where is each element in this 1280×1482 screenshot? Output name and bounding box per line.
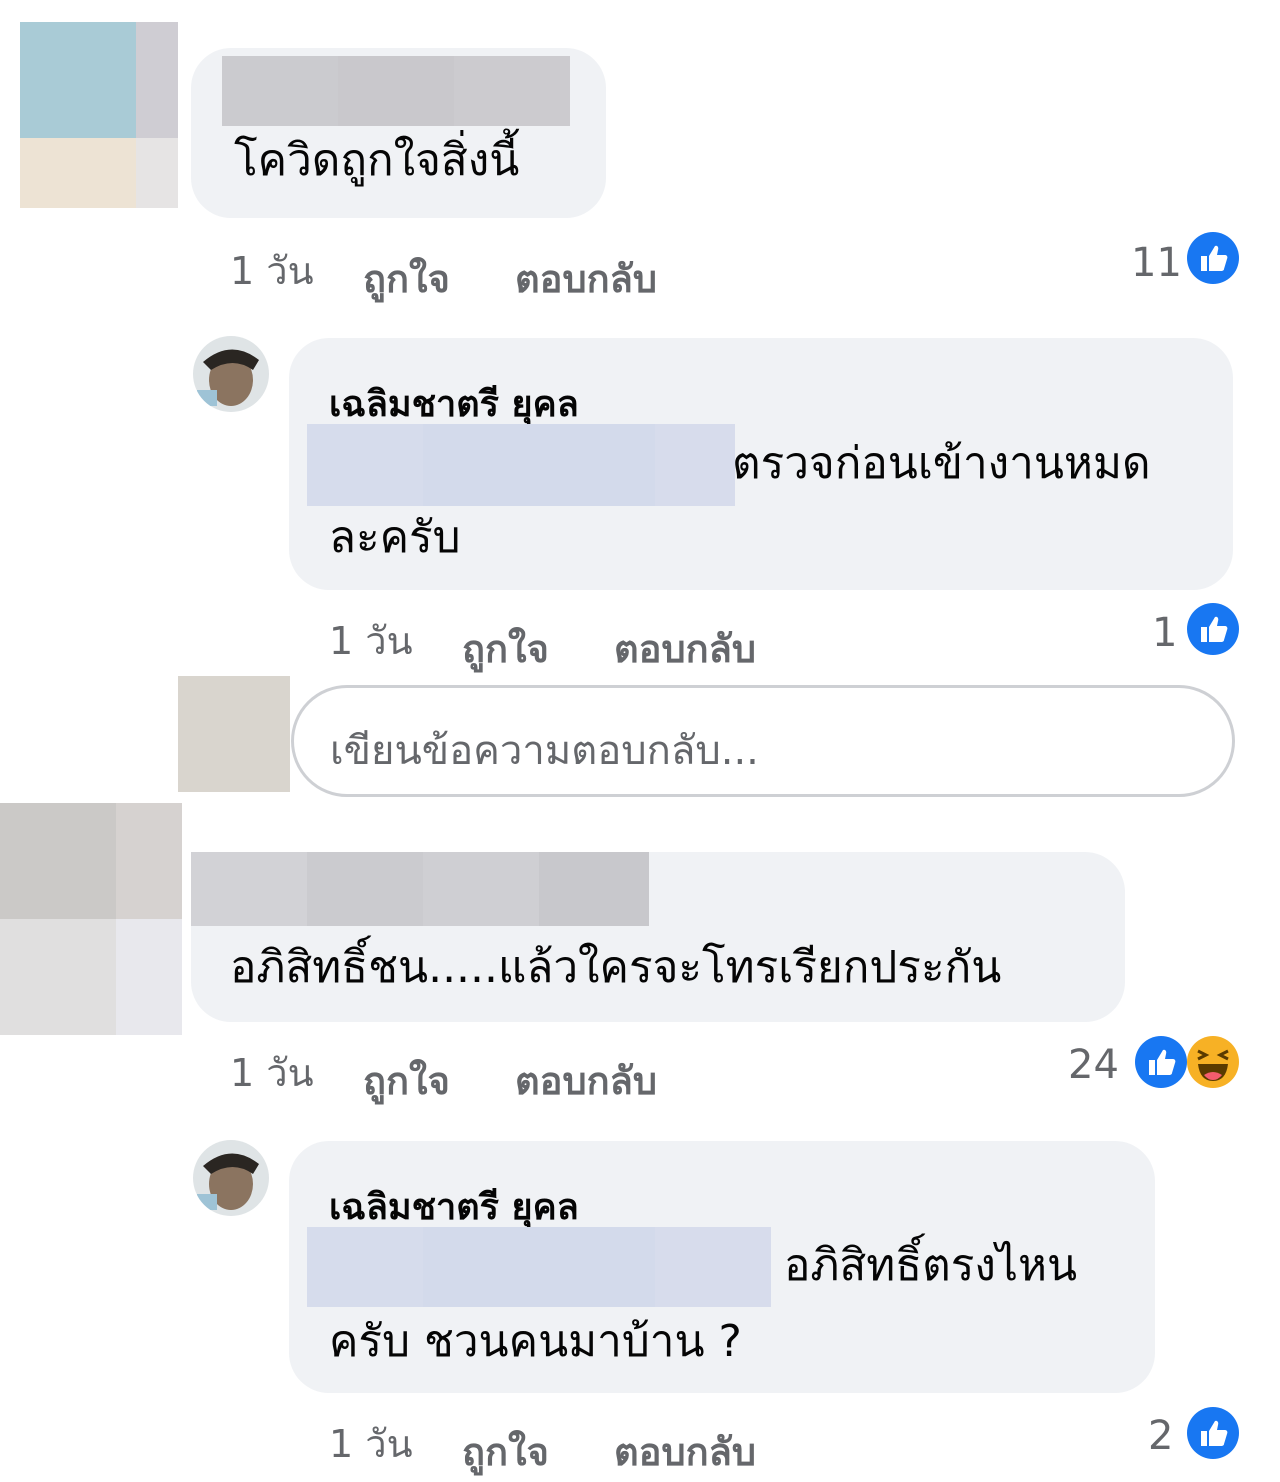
- comment-time[interactable]: 1 วัน: [329, 1413, 413, 1474]
- reply-link[interactable]: ตอบกลับ: [614, 1421, 756, 1482]
- comment-text-line1: อภิสิทธิ์ตรงไหน: [784, 1240, 1078, 1291]
- avatar[interactable]: [193, 1140, 269, 1216]
- reaction-count[interactable]: 2: [1148, 1413, 1173, 1459]
- reaction-count[interactable]: 24: [1068, 1042, 1119, 1088]
- avatar-pixelated[interactable]: [20, 22, 178, 208]
- comment-time[interactable]: 1 วัน: [329, 610, 413, 671]
- author-name-blurred[interactable]: [222, 56, 570, 126]
- like-link[interactable]: ถูกใจ: [462, 1421, 549, 1482]
- author-name-blurred[interactable]: [191, 852, 649, 926]
- reply-placeholder: เขียนข้อความตอบกลับ...: [330, 728, 759, 774]
- composer-avatar-pixelated: [178, 676, 290, 792]
- reply-link[interactable]: ตอบกลับ: [614, 618, 756, 679]
- mentioned-name-blurred[interactable]: [307, 1227, 771, 1307]
- mentioned-name-blurred[interactable]: [307, 424, 735, 506]
- haha-icon[interactable]: [1186, 1035, 1240, 1089]
- like-link[interactable]: ถูกใจ: [363, 248, 450, 309]
- avatar[interactable]: [193, 336, 269, 412]
- like-icon[interactable]: [1186, 231, 1240, 285]
- comment-time[interactable]: 1 วัน: [230, 1042, 314, 1103]
- comment-text: โควิดถูกใจสิ่งนี้: [234, 135, 520, 186]
- reply-link[interactable]: ตอบกลับ: [515, 248, 657, 309]
- comment-text-line2: ครับ ชวนคนมาบ้าน ?: [329, 1316, 742, 1367]
- reply-link[interactable]: ตอบกลับ: [515, 1050, 657, 1111]
- reaction-count[interactable]: 11: [1131, 240, 1182, 286]
- like-link[interactable]: ถูกใจ: [462, 618, 549, 679]
- comment-text-line1: ตรวจก่อนเข้างานหมด: [732, 438, 1151, 489]
- comment-text-line2: ละครับ: [329, 512, 461, 563]
- comment-text: อภิสิทธิ์ชน.....แล้วใครจะโทรเรียกประกัน: [230, 942, 1002, 993]
- reaction-count[interactable]: 1: [1152, 610, 1177, 656]
- comment-time[interactable]: 1 วัน: [230, 240, 314, 301]
- like-link[interactable]: ถูกใจ: [363, 1050, 450, 1111]
- like-icon[interactable]: [1186, 602, 1240, 656]
- reply-input[interactable]: เขียนข้อความตอบกลับ...: [291, 685, 1235, 797]
- like-icon[interactable]: [1134, 1035, 1188, 1089]
- avatar-pixelated[interactable]: [0, 803, 182, 1035]
- like-icon[interactable]: [1186, 1406, 1240, 1460]
